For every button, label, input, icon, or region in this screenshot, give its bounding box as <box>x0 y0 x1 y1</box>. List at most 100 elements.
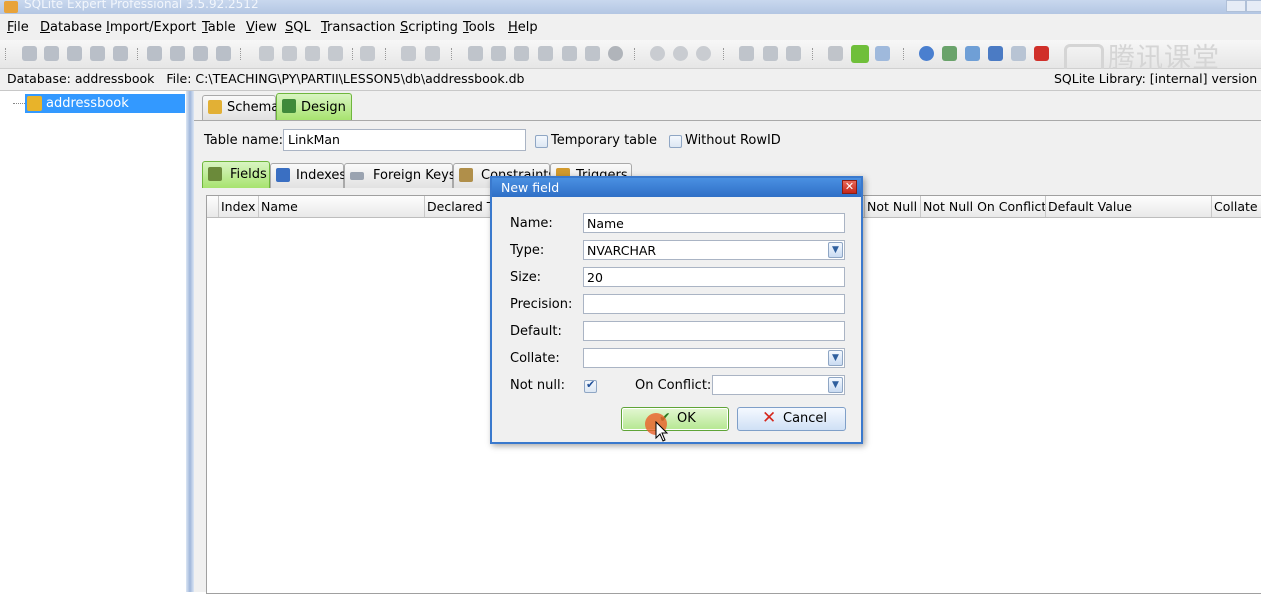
tree-node-addressbook[interactable]: addressbook <box>25 94 185 113</box>
menu-table[interactable]: Table <box>202 20 236 35</box>
tab-design[interactable]: Design <box>276 93 352 120</box>
chevron-down-icon[interactable]: ▼ <box>828 350 843 366</box>
toolbar-sql-icon[interactable] <box>360 46 375 61</box>
not-null-checkbox[interactable]: ✔ <box>584 378 597 393</box>
toolbar-window-icon[interactable] <box>875 46 890 61</box>
toolbar-view-icon[interactable] <box>282 46 297 61</box>
menu-scripting[interactable]: Scripting <box>400 20 458 35</box>
toolbar-table-icon[interactable] <box>147 46 162 61</box>
toolbar-gear-icon[interactable] <box>828 46 843 61</box>
toolbar-stop-icon[interactable] <box>608 46 623 61</box>
toolbar-tool-icon[interactable] <box>786 46 801 61</box>
constraints-icon <box>459 168 473 182</box>
toolbar-grid-icon[interactable] <box>401 46 416 61</box>
toolbar-mail-icon[interactable] <box>1011 46 1026 61</box>
ok-button[interactable]: ✔ OK <box>621 407 729 431</box>
dialog-title: New field <box>501 180 560 195</box>
toolbar-db-icon[interactable] <box>22 46 37 61</box>
toolbar-script-icon[interactable] <box>538 46 553 61</box>
tab-indexes[interactable]: Indexes <box>270 163 347 188</box>
toolbar-view-icon[interactable] <box>259 46 274 61</box>
toolbar-view-icon[interactable] <box>305 46 320 61</box>
toolbar-help-icon[interactable] <box>919 46 934 61</box>
chevron-down-icon[interactable]: ▼ <box>828 377 843 393</box>
toolbar-refresh-icon[interactable] <box>942 46 957 61</box>
grid-header-indicator <box>207 196 219 217</box>
tab-fields[interactable]: Fields <box>202 161 270 188</box>
menu-help[interactable]: Help <box>508 20 538 35</box>
design-icon <box>282 99 296 113</box>
toolbar-script-icon[interactable] <box>491 46 506 61</box>
column-header-not-null-on-conflict[interactable]: Not Null On Conflict <box>921 196 1046 217</box>
toolbar-filter-icon[interactable] <box>851 45 869 63</box>
toolbar-link-icon[interactable] <box>965 46 980 61</box>
database-icon <box>27 96 42 111</box>
toolbar-grid-icon[interactable] <box>425 46 440 61</box>
toolbar-close-icon[interactable] <box>1034 46 1049 61</box>
toolbar-script-icon[interactable] <box>585 46 600 61</box>
toolbar-tool-icon[interactable] <box>739 46 754 61</box>
toolbar-db-icon[interactable] <box>44 46 59 61</box>
cancel-button-label: Cancel <box>783 411 828 426</box>
toolbar-script-icon[interactable] <box>562 46 577 61</box>
collate-select[interactable]: ▼ <box>583 348 845 368</box>
toolbar-table-icon[interactable] <box>170 46 185 61</box>
menu-import-export[interactable]: Import/Export <box>106 20 196 35</box>
name-label: Name: <box>510 216 553 231</box>
window-title: SQLite Expert Professional 3.5.92.2512 <box>24 0 259 11</box>
tab-foreign-keys[interactable]: Foreign Keys <box>344 163 456 188</box>
size-input[interactable]: 20 <box>583 267 845 287</box>
not-null-label: Not null: <box>510 378 565 393</box>
menu-transaction[interactable]: Transaction <box>321 20 395 35</box>
toolbar: 腾讯课堂 <box>0 40 1261 76</box>
menu-file[interactable]: File <box>7 20 29 35</box>
without-rowid-checkbox[interactable] <box>669 135 682 148</box>
toolbar-transaction-icon[interactable] <box>650 46 665 61</box>
field-name-input[interactable]: Name <box>583 213 845 233</box>
menu-view[interactable]: View <box>246 20 277 35</box>
toolbar-table-icon[interactable] <box>216 46 231 61</box>
default-input[interactable] <box>583 321 845 341</box>
column-header-name[interactable]: Name <box>259 196 425 217</box>
table-name-input[interactable]: LinkMan <box>283 129 526 151</box>
toolbar-tool-icon[interactable] <box>763 46 778 61</box>
toolbar-transaction-icon[interactable] <box>673 46 688 61</box>
column-header-not-null[interactable]: Not Null <box>865 196 921 217</box>
type-select-value: NVARCHAR <box>587 243 657 258</box>
toolbar-db-icon[interactable] <box>113 46 128 61</box>
temporary-table-checkbox[interactable] <box>535 135 548 148</box>
toolbar-table-icon[interactable] <box>193 46 208 61</box>
toolbar-db-icon[interactable] <box>90 46 105 61</box>
minimize-button[interactable] <box>1226 0 1246 12</box>
precision-input[interactable] <box>583 294 845 314</box>
toolbar-separator <box>812 48 815 60</box>
menu-sql[interactable]: SQL <box>285 20 311 35</box>
toolbar-view-icon[interactable] <box>328 46 343 61</box>
cancel-button[interactable]: ✕ Cancel <box>737 407 846 431</box>
toolbar-pencil-icon[interactable] <box>988 46 1003 61</box>
database-path: Database: addressbook File: C:\TEACHING\… <box>7 71 525 86</box>
ok-button-label: OK <box>677 411 696 426</box>
menu-database[interactable]: Database <box>40 20 102 35</box>
maximize-button[interactable] <box>1246 0 1261 12</box>
tab-schema[interactable]: Schema <box>202 95 279 120</box>
column-header-collate[interactable]: Collate <box>1212 196 1261 217</box>
toolbar-script-icon[interactable] <box>514 46 529 61</box>
tab-underline <box>194 120 1261 121</box>
toolbar-separator <box>385 48 388 60</box>
column-header-default-value[interactable]: Default Value <box>1046 196 1212 217</box>
menu-tools[interactable]: Tools <box>463 20 495 35</box>
column-header-index[interactable]: Index <box>219 196 259 217</box>
close-icon[interactable]: ✕ <box>842 180 857 194</box>
size-label: Size: <box>510 270 542 285</box>
toolbar-db-icon[interactable] <box>67 46 82 61</box>
toolbar-separator <box>137 48 140 60</box>
tab-indexes-label: Indexes <box>296 168 347 183</box>
panel-splitter[interactable] <box>186 91 194 592</box>
chevron-down-icon[interactable]: ▼ <box>828 242 843 258</box>
type-select[interactable]: NVARCHAR ▼ <box>583 240 845 260</box>
fields-icon <box>208 167 222 181</box>
on-conflict-select[interactable]: ▼ <box>712 375 845 395</box>
toolbar-transaction-icon[interactable] <box>696 46 711 61</box>
toolbar-script-icon[interactable] <box>468 46 483 61</box>
